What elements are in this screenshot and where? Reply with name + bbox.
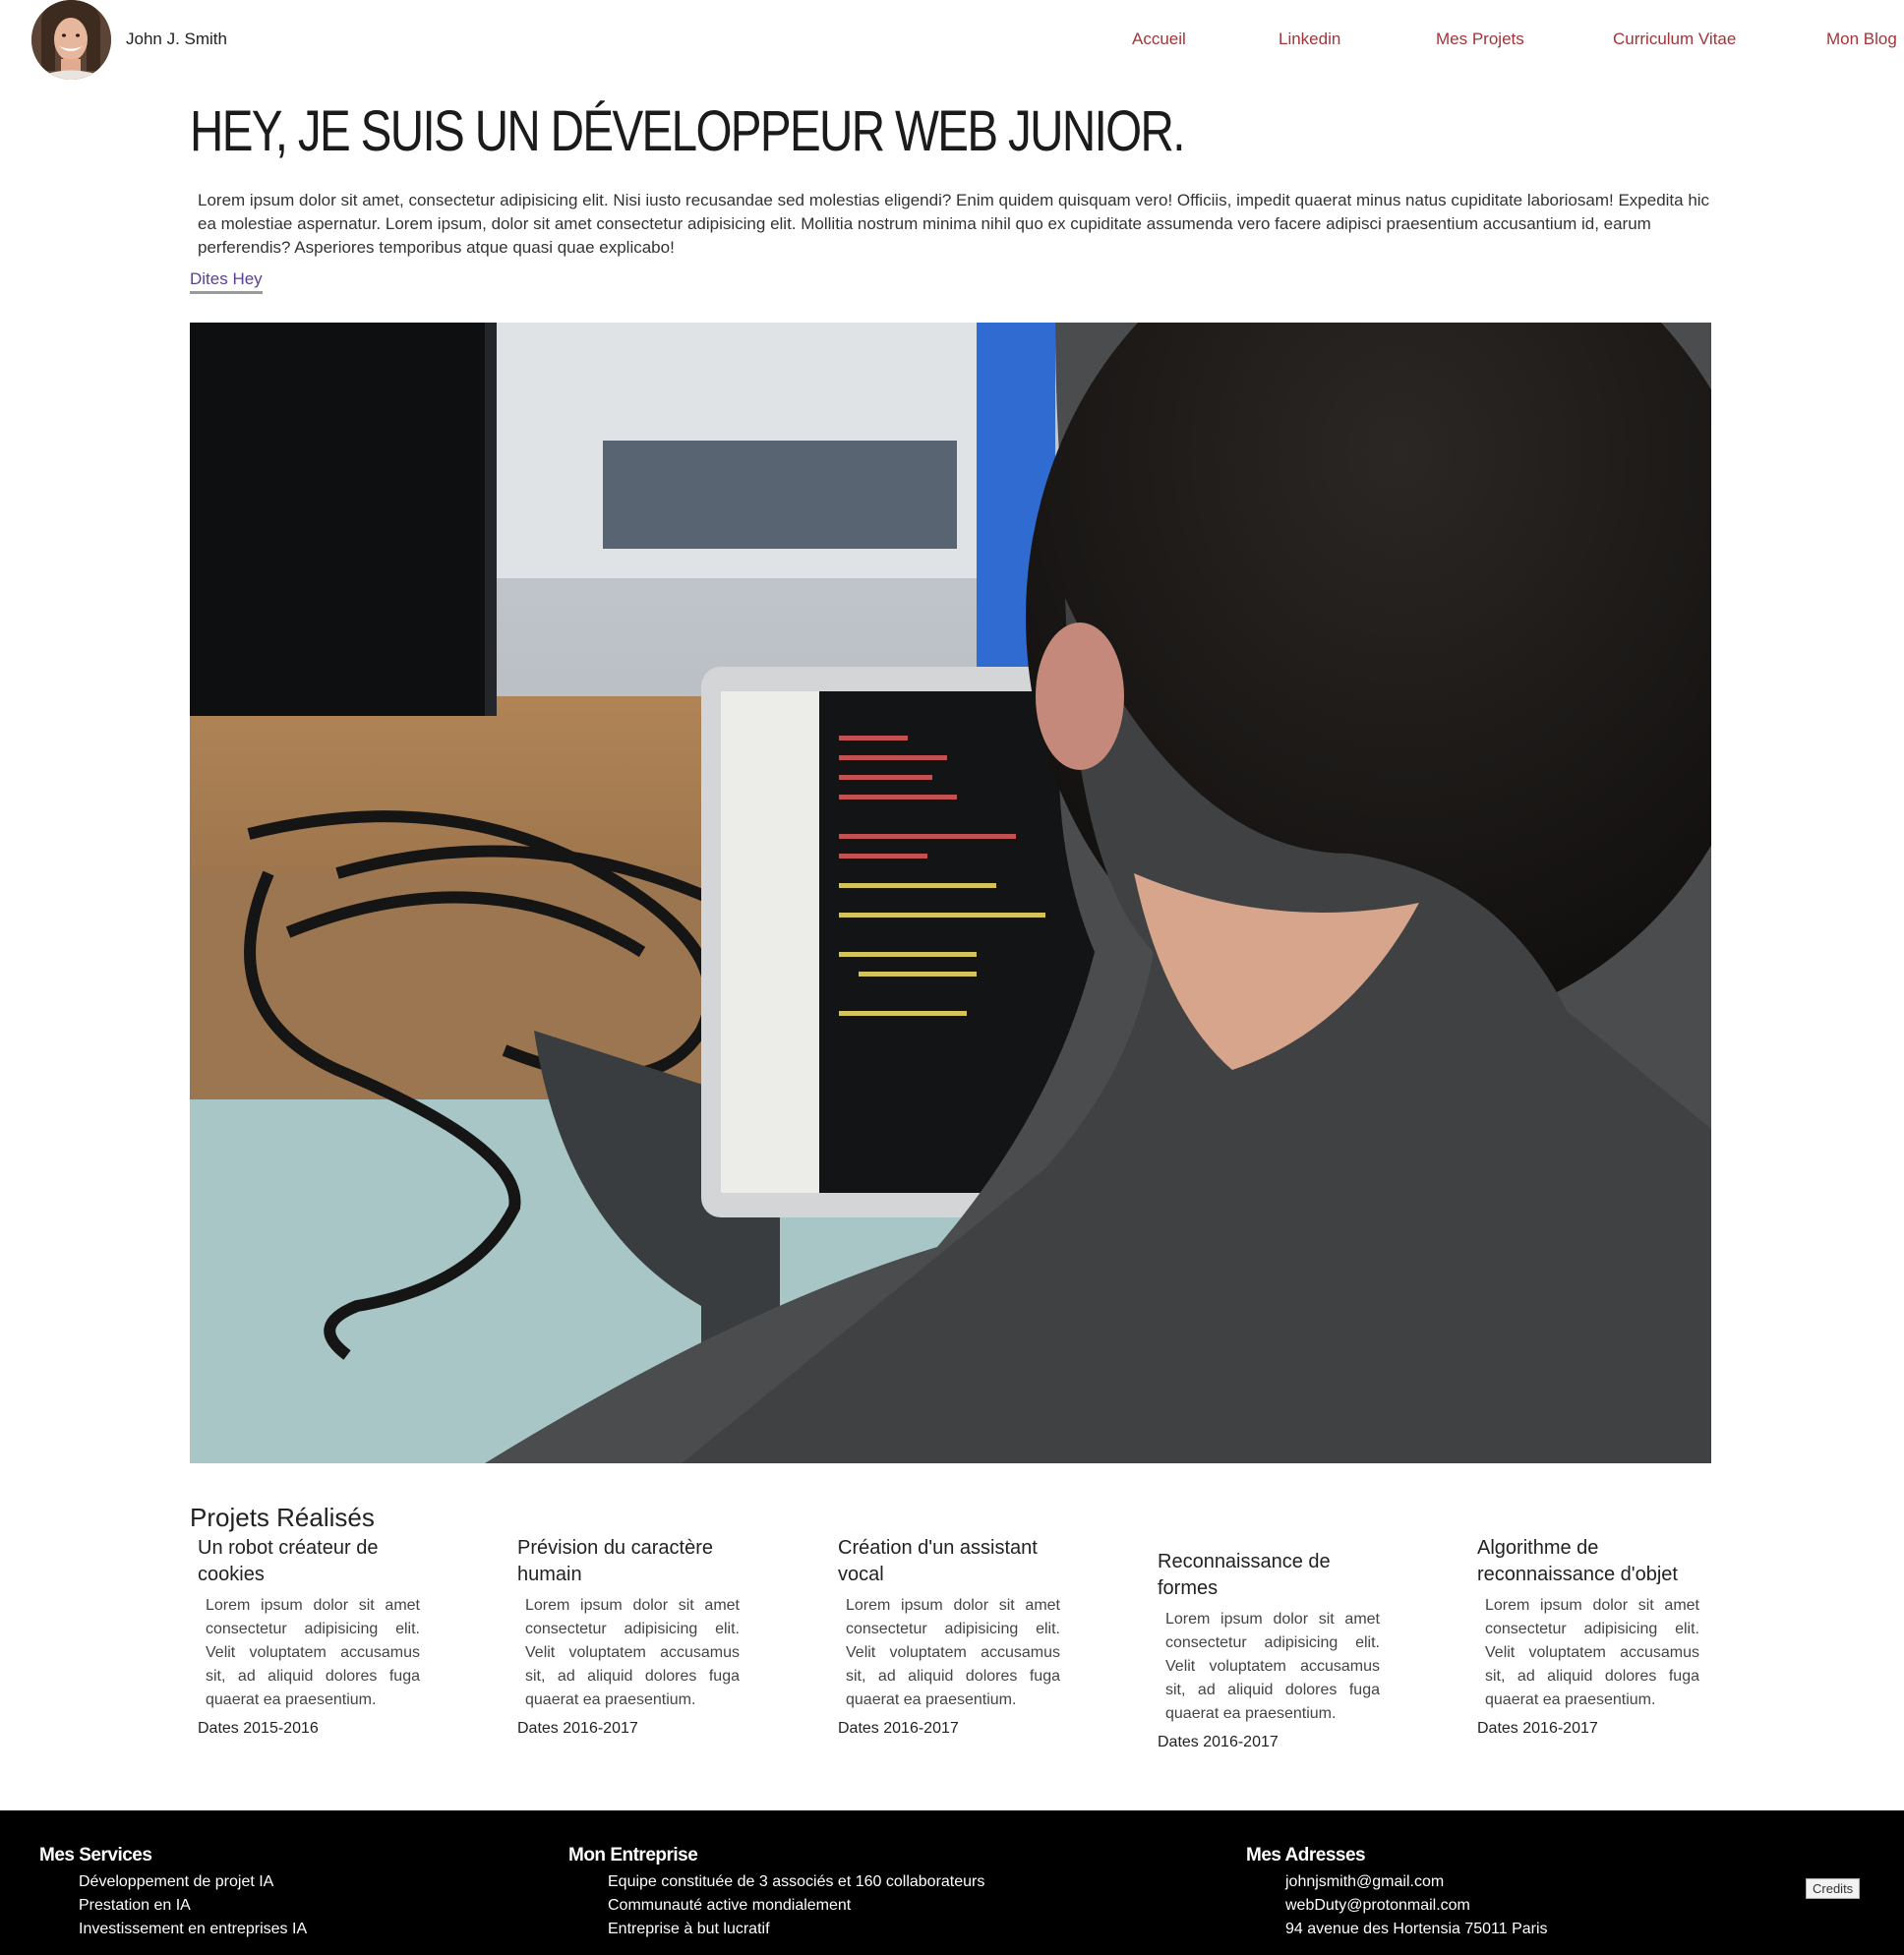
nav-link-accueil[interactable]: Accueil [1132,30,1186,49]
footer-company-title: Mon Entreprise [568,1845,698,1866]
nav-link-linkedin[interactable]: Linkedin [1279,30,1340,49]
footer-services-title: Mes Services [39,1845,152,1866]
nav-link-cv[interactable]: Curriculum Vitae [1613,30,1736,49]
projects-section-title: Projets Réalisés [190,1503,375,1532]
footer-addresses: Mes Adresses johnjsmith@gmail.com webDut… [1246,1845,1548,1941]
footer-list-item: Communauté active mondialement [608,1897,852,1914]
project-card: Création d'un assistant vocal Lorem ipsu… [838,1535,1060,1738]
project-dates: Dates 2016-2017 [838,1720,959,1737]
footer-email[interactable]: johnjsmith@gmail.com [1285,1870,1548,1894]
project-card: Prévision du caractère humain Lorem ipsu… [517,1535,740,1738]
main-nav: Accueil Linkedin Mes Projets Curriculum … [0,30,1904,53]
project-description: Lorem ipsum dolor sit amet consectetur a… [1165,1611,1380,1722]
footer-email[interactable]: webDuty@protonmail.com [1285,1894,1548,1918]
project-description: Lorem ipsum dolor sit amet consectetur a… [1485,1597,1699,1708]
footer-addresses-title: Mes Adresses [1246,1845,1366,1866]
project-dates: Dates 2016-2017 [517,1720,638,1737]
project-card: Algorithme de reconnaissance d'objet Lor… [1477,1535,1699,1738]
footer-list-item: Entreprise à but lucratif [608,1921,770,1937]
hero-photo [190,323,1711,1463]
nav-link-projets[interactable]: Mes Projets [1436,30,1524,49]
footer-list-item: Investissement en entreprises IA [79,1921,308,1937]
site-footer: Mes Services Développement de projet IA … [0,1810,1904,1955]
project-dates: Dates 2015-2016 [198,1720,319,1737]
project-dates: Dates 2016-2017 [1158,1734,1279,1750]
say-hey-link[interactable]: Dites Hey [190,269,263,294]
hero-title: HEY, JE SUIS UN DÉVELOPPEUR WEB JUNIOR. [190,99,1185,163]
project-title: Reconnaissance de formes [1158,1551,1331,1599]
footer-list-item: Prestation en IA [79,1897,191,1914]
footer-company: Mon Entreprise Equipe constituée de 3 as… [568,1845,984,1941]
project-title: Un robot créateur de cookies [198,1537,379,1585]
project-description: Lorem ipsum dolor sit amet consectetur a… [206,1597,420,1708]
project-title: Prévision du caractère humain [517,1537,713,1585]
credits-button[interactable]: Credits [1806,1878,1861,1899]
project-dates: Dates 2016-2017 [1477,1720,1598,1737]
developer-at-laptop-image [190,323,1711,1463]
project-title: Algorithme de reconnaissance d'objet [1477,1537,1678,1585]
nav-link-blog[interactable]: Mon Blog [1826,30,1897,49]
footer-list-item: Développement de projet IA [79,1873,274,1890]
project-title: Création d'un assistant vocal [838,1537,1038,1585]
project-description: Lorem ipsum dolor sit amet consectetur a… [525,1597,740,1708]
project-card: Un robot créateur de cookies Lorem ipsum… [198,1535,420,1738]
footer-postal-address: 94 avenue des Hortensia 75011 Paris [1285,1921,1548,1937]
footer-services: Mes Services Développement de projet IA … [39,1845,307,1941]
project-card: Reconnaissance de formes Lorem ipsum dol… [1158,1549,1380,1751]
project-description: Lorem ipsum dolor sit amet consectetur a… [846,1597,1060,1708]
footer-list-item: Equipe constituée de 3 associés et 160 c… [608,1873,985,1890]
hero-description: Lorem ipsum dolor sit amet, consectetur … [198,191,1710,257]
